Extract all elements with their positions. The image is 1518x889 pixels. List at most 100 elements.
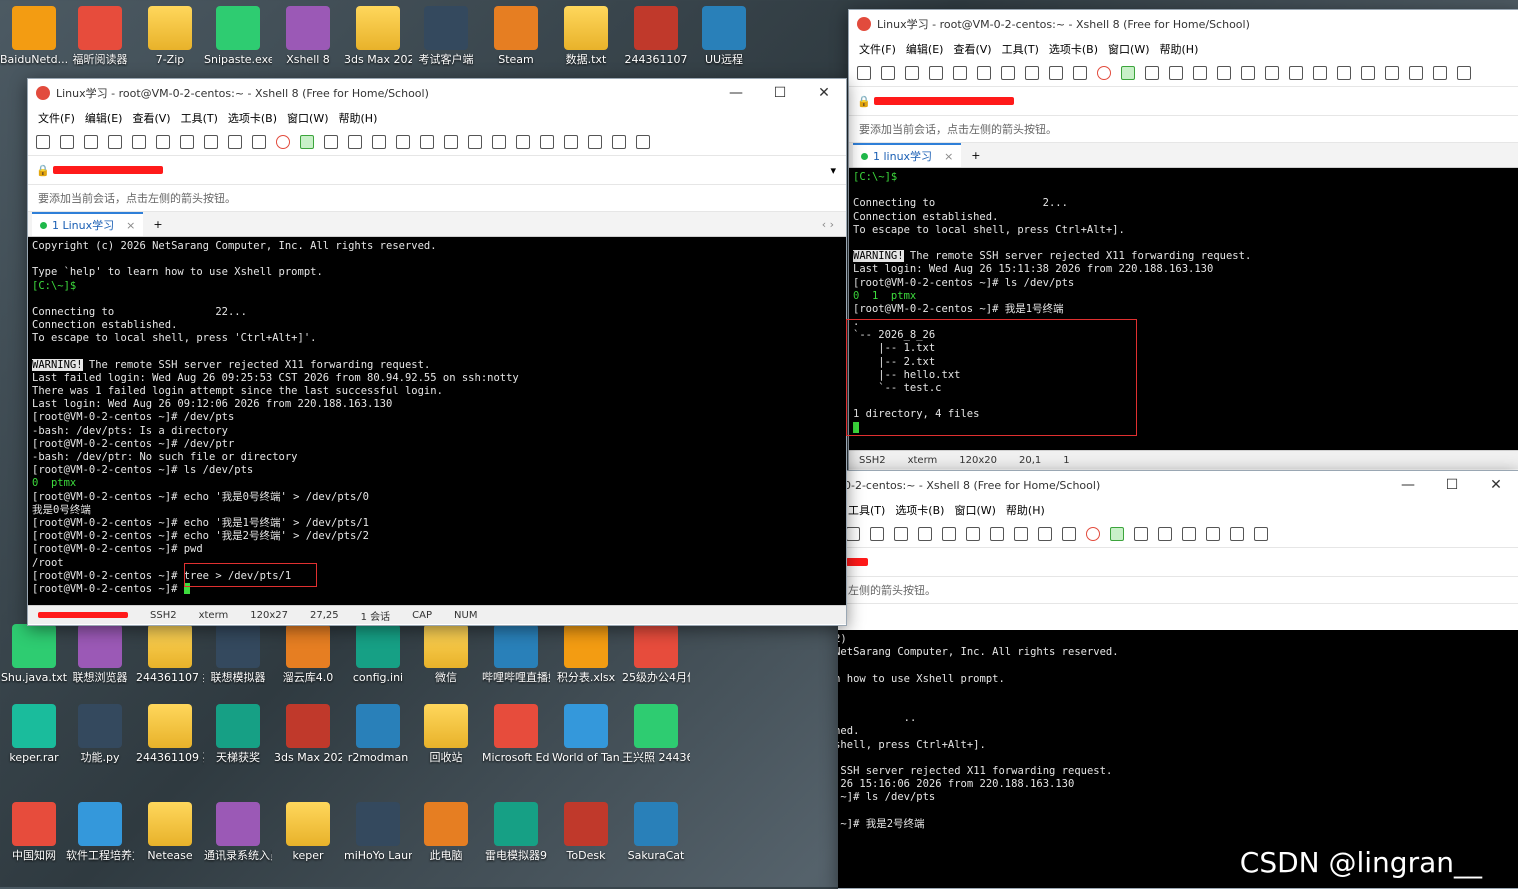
desktop-icon[interactable]: 244361107 <box>622 6 690 67</box>
tab-linux[interactable]: 1 Linux学习 × <box>32 212 144 236</box>
toolbar-button-icon[interactable] <box>1182 527 1196 541</box>
toolbar-button-icon[interactable] <box>1134 527 1148 541</box>
toolbar-button-icon[interactable] <box>1265 66 1279 80</box>
tab-linux[interactable]: 1 linux学习 × <box>853 143 962 167</box>
toolbar-button-icon[interactable] <box>132 135 146 149</box>
close-tab-icon[interactable]: × <box>126 219 135 232</box>
menu-item[interactable]: 工具(T) <box>181 110 218 126</box>
menu-item[interactable]: 选项卡(B) <box>228 110 277 126</box>
toolbar-button-icon[interactable] <box>894 527 908 541</box>
menu-item[interactable]: 帮助(H) <box>1160 41 1199 57</box>
toolbar-button-icon[interactable] <box>1086 527 1100 541</box>
desktop-icon[interactable]: 回收站 <box>412 704 480 765</box>
tab-scroll-icon[interactable]: ‹ › <box>822 218 834 231</box>
desktop-icon[interactable]: UU远程 <box>690 6 758 67</box>
desktop-icon[interactable]: r2modman <box>344 704 412 765</box>
toolbar-button-icon[interactable] <box>276 135 290 149</box>
maximize-button[interactable]: ☐ <box>1430 477 1474 493</box>
desktop-icon[interactable]: 244361107 办学公 <box>136 624 204 685</box>
toolbar-button-icon[interactable] <box>444 135 458 149</box>
toolbar-button-icon[interactable] <box>468 135 482 149</box>
toolbar-button-icon[interactable] <box>1206 527 1220 541</box>
menu-item[interactable]: 编辑(E) <box>906 41 944 57</box>
toolbar-button-icon[interactable] <box>1409 66 1423 80</box>
toolbar-button-icon[interactable] <box>84 135 98 149</box>
toolbar-button-icon[interactable] <box>1145 66 1159 80</box>
desktop-icon[interactable]: keper.rar <box>0 704 68 765</box>
desktop-icon[interactable]: 中国知网 <box>0 802 68 863</box>
chevron-down-icon[interactable]: ▾ <box>830 164 836 177</box>
toolbar-button-icon[interactable] <box>1097 66 1111 80</box>
desktop-icon[interactable]: 25级办公4月份登录.docx <box>622 624 690 685</box>
toolbar-button-icon[interactable] <box>324 135 338 149</box>
menu-item[interactable]: 窗口(W) <box>287 110 328 126</box>
toolbar-button-icon[interactable] <box>1193 66 1207 80</box>
desktop-icon[interactable]: Shu.java.txt <box>0 624 68 685</box>
desktop-icon[interactable]: Steam <box>482 6 550 67</box>
menu-item[interactable]: 帮助(H) <box>1006 502 1045 518</box>
menu-item[interactable]: 文件(F) <box>859 41 896 57</box>
address-bar[interactable]: 🔒 <box>849 87 1518 116</box>
desktop-icon[interactable]: 联想模拟器 <box>204 624 272 685</box>
toolbar-button-icon[interactable] <box>953 66 967 80</box>
toolbar-button-icon[interactable] <box>857 66 871 80</box>
address-bar[interactable] <box>838 548 1518 577</box>
desktop-icon[interactable]: 溜云库4.0 <box>274 624 342 685</box>
toolbar-button-icon[interactable] <box>1121 66 1135 80</box>
toolbar-button-icon[interactable] <box>204 135 218 149</box>
toolbar-button-icon[interactable] <box>180 135 194 149</box>
toolbar-button-icon[interactable] <box>540 135 554 149</box>
desktop-icon[interactable]: SakuraCat <box>622 802 690 863</box>
toolbar-button-icon[interactable] <box>1385 66 1399 80</box>
toolbar-button-icon[interactable] <box>1038 527 1052 541</box>
toolbar-button-icon[interactable] <box>1049 66 1063 80</box>
menu-item[interactable]: 选项卡(B) <box>895 502 944 518</box>
toolbar-button-icon[interactable] <box>1241 66 1255 80</box>
toolbar-button-icon[interactable] <box>1073 66 1087 80</box>
toolbar-button-icon[interactable] <box>228 135 242 149</box>
toolbar-button-icon[interactable] <box>870 527 884 541</box>
address-bar[interactable]: 🔒 ▾ <box>28 156 846 185</box>
toolbar-button-icon[interactable] <box>905 66 919 80</box>
menu-item[interactable]: 帮助(H) <box>339 110 378 126</box>
desktop-icon[interactable]: miHoYo Launcher <box>344 802 412 863</box>
toolbar-button-icon[interactable] <box>1313 66 1327 80</box>
toolbar-button-icon[interactable] <box>1361 66 1375 80</box>
desktop-icon[interactable]: 福昕阅读器 <box>66 6 134 67</box>
toolbar-button-icon[interactable] <box>1110 527 1124 541</box>
toolbar-button-icon[interactable] <box>942 527 956 541</box>
desktop-icon[interactable]: config.ini <box>344 624 412 685</box>
toolbar-button-icon[interactable] <box>1014 527 1028 541</box>
toolbar-button-icon[interactable] <box>990 527 1004 541</box>
desktop-icon[interactable]: 考试客户端 <box>412 6 480 67</box>
toolbar-button-icon[interactable] <box>588 135 602 149</box>
toolbar-button-icon[interactable] <box>60 135 74 149</box>
toolbar-button-icon[interactable] <box>348 135 362 149</box>
toolbar-button-icon[interactable] <box>1337 66 1351 80</box>
desktop-icon[interactable]: World of Tanks为您... <box>552 704 620 765</box>
desktop-icon[interactable]: 积分表.xlsx <box>552 624 620 685</box>
toolbar-button-icon[interactable] <box>1230 527 1244 541</box>
toolbar-button-icon[interactable] <box>396 135 410 149</box>
toolbar-button-icon[interactable] <box>1433 66 1447 80</box>
menu-item[interactable]: 选项卡(B) <box>1049 41 1098 57</box>
toolbar-button-icon[interactable] <box>516 135 530 149</box>
desktop-icon[interactable]: 3ds Max 2025 <box>344 6 412 67</box>
toolbar-button-icon[interactable] <box>1001 66 1015 80</box>
menu-item[interactable]: 工具(T) <box>1002 41 1039 57</box>
desktop-icon[interactable]: 通讯录系统入员信息.txt <box>204 802 272 863</box>
toolbar-button-icon[interactable] <box>108 135 122 149</box>
desktop-icon[interactable]: 王兴照 24436111... <box>622 704 690 765</box>
toolbar-button-icon[interactable] <box>1457 66 1471 80</box>
desktop-icon[interactable]: 雷电模拟器9 <box>482 802 550 863</box>
close-button[interactable]: ✕ <box>1474 477 1518 493</box>
toolbar-button-icon[interactable] <box>1169 66 1183 80</box>
toolbar-button-icon[interactable] <box>420 135 434 149</box>
desktop-icon[interactable]: Snipaste.exe <box>204 6 272 67</box>
new-tab-icon[interactable]: + <box>153 218 162 231</box>
desktop-icon[interactable]: ToDesk <box>552 802 620 863</box>
toolbar-button-icon[interactable] <box>1254 527 1268 541</box>
desktop-icon[interactable]: keper <box>274 802 342 863</box>
menu-item[interactable]: 窗口(W) <box>1108 41 1149 57</box>
toolbar-button-icon[interactable] <box>156 135 170 149</box>
